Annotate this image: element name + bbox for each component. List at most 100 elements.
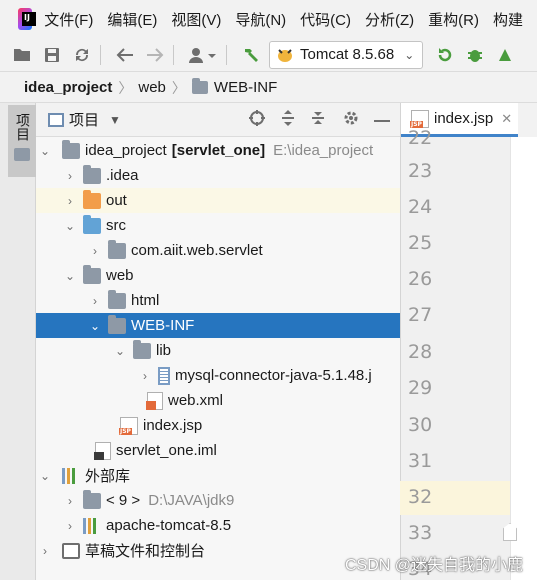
debug-bug-icon[interactable] [463,43,487,67]
tree-item-label: mysql-connector-java-5.1.48.j [175,367,372,384]
tree-item-label: out [106,192,127,209]
tree-item-web-xml[interactable]: web.xml [36,388,400,413]
tree-item-path: D:\JAVA\jdk9 [148,492,235,509]
rerun-icon[interactable] [433,43,457,67]
breadcrumb-web-label: web [138,79,166,96]
breadcrumb-webinf[interactable]: WEB-INF [191,78,277,96]
tree-item-label: apache-tomcat-8.5 [106,517,232,534]
collapsed-arrow-icon[interactable]: › [88,288,102,313]
collapsed-arrow-icon[interactable]: › [38,538,52,563]
coverage-icon[interactable] [493,43,517,67]
menu-analyze[interactable]: 分析(Z) [365,9,414,30]
forward-arrow-icon[interactable] [143,43,167,67]
menu-view[interactable]: 视图(V) [171,9,221,30]
collapse-all-icon[interactable] [310,109,326,131]
locate-target-icon[interactable] [248,109,266,131]
line-number: 27 [408,304,433,326]
tree-item-src[interactable]: ⌄ src [36,213,400,238]
tree-item-web[interactable]: ⌄ web [36,263,400,288]
tree-item-module-name: [servlet_one] [171,142,266,159]
package-folder-icon [108,239,126,259]
xml-file-icon [146,391,163,410]
chevron-down-icon[interactable]: ▼ [109,113,121,127]
jsp-file-icon: JSP [410,109,429,128]
tree-item-package[interactable]: › com.aiit.web.servlet [36,238,400,263]
collapsed-arrow-icon[interactable]: › [63,163,77,188]
tree-item-label: src [106,217,126,234]
collapsed-arrow-icon[interactable]: › [63,513,77,538]
folder-icon [108,314,126,334]
collapsed-arrow-icon[interactable]: › [88,238,102,263]
project-panel-title[interactable]: 项目 [69,109,99,130]
tree-item-lib[interactable]: ⌄ lib [36,338,400,363]
expanded-arrow-icon[interactable]: ⌄ [63,263,77,288]
run-config-label: Tomcat 8.5.68 [300,46,395,63]
line-number: 22 [408,127,433,149]
expanded-arrow-icon[interactable]: ⌄ [38,138,52,163]
web-folder-icon [83,264,101,284]
tree-item-label: idea_project [85,142,167,159]
tree-item-index-jsp[interactable]: JSP index.jsp [36,413,400,438]
menu-code[interactable]: 代码(C) [300,9,351,30]
menu-bar: IJ 文件(F) 编辑(E) 视图(V) 导航(N) 代码(C) 分析(Z) 重… [0,0,537,38]
tree-item-iml[interactable]: servlet_one.iml [36,438,400,463]
build-hammer-icon[interactable] [239,43,263,67]
save-icon[interactable] [40,43,64,67]
tree-item-label: com.aiit.web.servlet [131,242,263,259]
gear-icon[interactable] [342,109,360,131]
project-tool-tab[interactable]: 项目 [8,105,36,177]
tree-item-jdk[interactable]: › < 9 > D:\JAVA\jdk9 [36,488,400,513]
code-area[interactable] [510,137,537,580]
structure-folder-icon[interactable] [14,148,30,161]
breadcrumb-web[interactable]: web [138,79,166,96]
menu-navigate[interactable]: 导航(N) [235,9,286,30]
tree-item-web-inf[interactable]: ⌄ WEB-INF [36,313,400,338]
user-dropdown-icon[interactable] [186,43,220,67]
folder-icon [191,78,208,94]
expanded-arrow-icon[interactable]: ⌄ [38,463,52,488]
tree-item-html[interactable]: › html [36,288,400,313]
collapsed-arrow-icon[interactable]: › [63,188,77,213]
tree-item-tomcat[interactable]: › apache-tomcat-8.5 [36,513,400,538]
tree-item-external-libraries[interactable]: ⌄ 外部库 [36,463,400,488]
tree-item-label: WEB-INF [131,317,195,334]
open-folder-icon[interactable] [10,43,34,67]
project-tool-tab-label: 项目 [15,113,31,141]
breadcrumb-separator-icon: 〉 [171,79,186,96]
intellij-logo-icon: IJ [18,8,37,30]
minimize-icon[interactable] [374,111,390,128]
run-config-dropdown[interactable]: Tomcat 8.5.68 ⌄ [269,40,424,69]
menu-edit[interactable]: 编辑(E) [107,9,157,30]
back-arrow-icon[interactable] [113,43,137,67]
expand-all-icon[interactable] [280,109,296,131]
breadcrumb-project[interactable]: idea_project [24,79,112,96]
toolbar: Tomcat 8.5.68 ⌄ [0,38,537,72]
close-icon[interactable]: ✕ [501,111,512,127]
menu-refactor[interactable]: 重构(R) [428,9,479,30]
line-number: 30 [408,414,433,436]
toolbar-divider [100,44,101,65]
jar-icon [158,366,170,385]
tree-item-label: .idea [106,167,139,184]
collapsed-arrow-icon[interactable]: › [63,488,77,513]
chevron-down-icon: ⌄ [404,47,415,62]
library-icon [62,467,80,484]
expanded-arrow-icon[interactable]: ⌄ [88,313,102,338]
tree-item-idea[interactable]: › .idea [36,163,400,188]
sync-icon[interactable] [70,43,94,67]
tree-item-path: E:\idea_project [273,142,374,159]
breadcrumb: idea_project 〉 web 〉 WEB-INF [0,73,537,103]
tree-item-label: html [131,292,160,309]
tree-item-idea-project[interactable]: ⌄ idea_project [servlet_one] E:\idea_pro… [36,138,400,163]
tree-item-label: 草稿文件和控制台 [85,543,206,560]
line-number: 23 [408,160,433,182]
expanded-arrow-icon[interactable]: ⌄ [113,338,127,363]
menu-build[interactable]: 构建 [493,9,523,30]
expanded-arrow-icon[interactable]: ⌄ [63,213,77,238]
collapsed-arrow-icon[interactable]: › [138,363,152,388]
folder-icon [133,339,151,359]
jdk-folder-icon [83,489,101,509]
menu-file[interactable]: 文件(F) [44,9,93,30]
tree-item-out[interactable]: › out [36,188,400,213]
tree-item-mysql-jar[interactable]: › mysql-connector-java-5.1.48.j [36,363,400,388]
